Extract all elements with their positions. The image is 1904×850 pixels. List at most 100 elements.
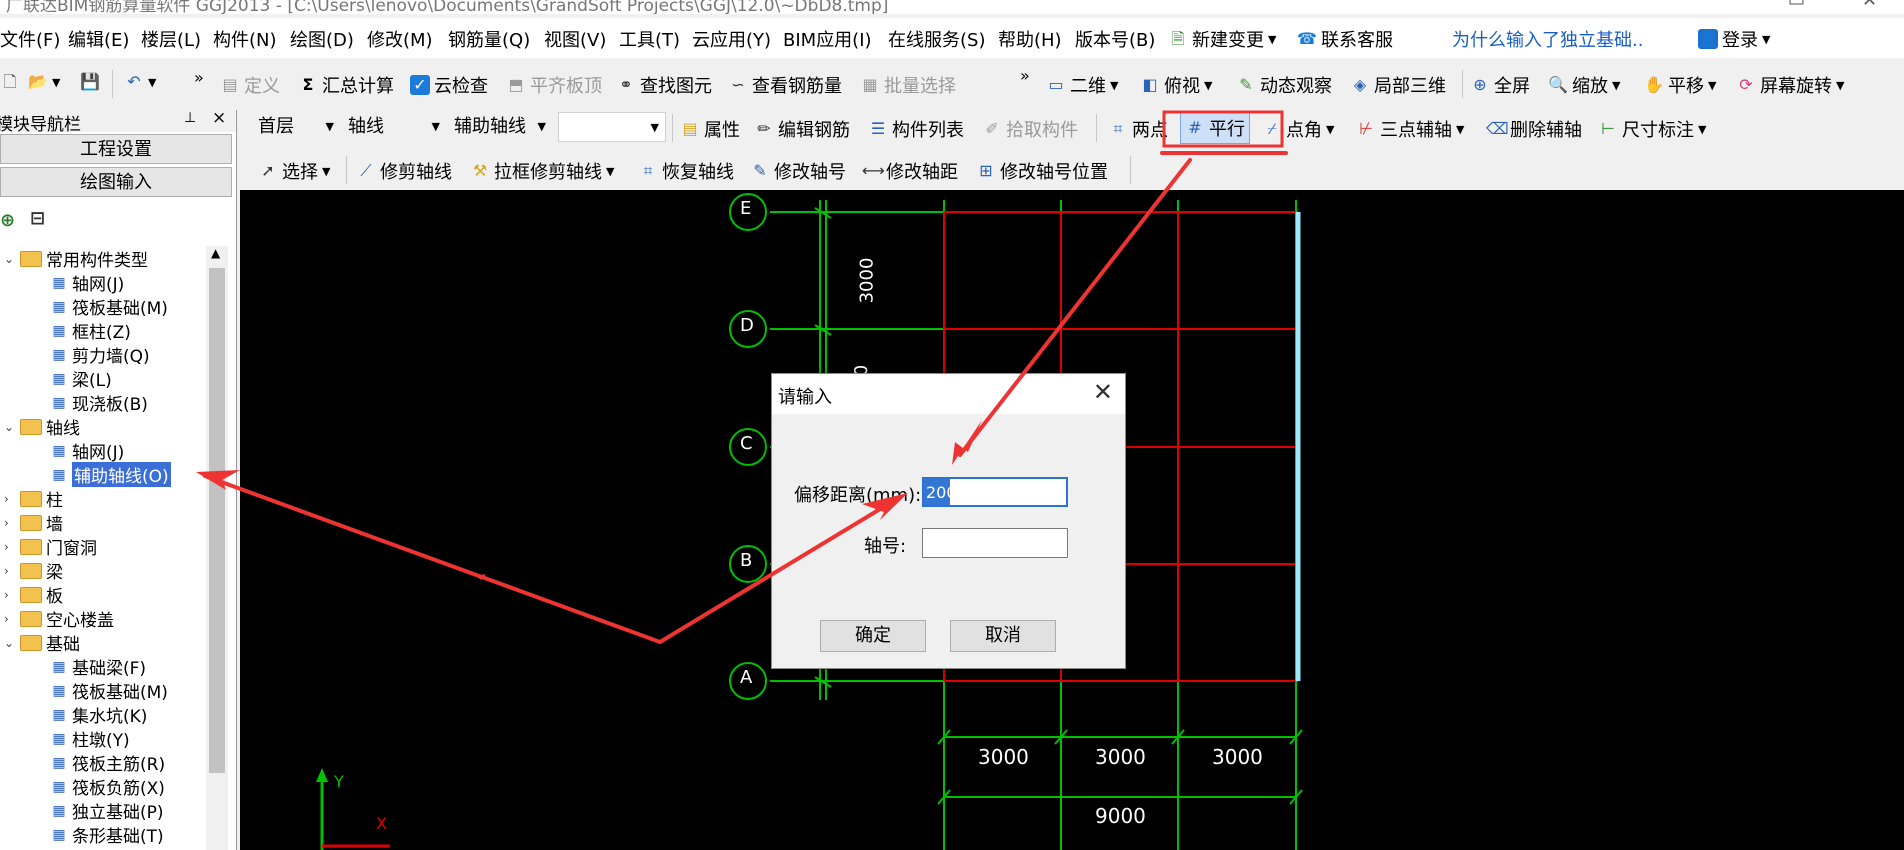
- tree-folder[interactable]: › 墙: [4, 510, 63, 535]
- local-3d-button[interactable]: ◈ 局部三维: [1350, 72, 1446, 98]
- parallel-button[interactable]: # 平行: [1180, 112, 1250, 144]
- rotate-screen-dropdown[interactable]: ⟳ 屏幕旋转 ▼: [1736, 72, 1844, 98]
- close-window-icon[interactable]: ✕: [1862, 0, 1877, 11]
- tree-item[interactable]: ▦ 轴网(J): [50, 270, 124, 296]
- menu-cloud[interactable]: 云应用(Y): [692, 26, 771, 52]
- trim-axis-button[interactable]: ⟋ 修剪轴线: [356, 158, 452, 184]
- tree-folder[interactable]: ⌄ 轴线: [4, 414, 80, 439]
- collapse-arrow-icon[interactable]: ⌄: [4, 252, 16, 266]
- expand-arrow-icon[interactable]: ›: [4, 540, 16, 554]
- category-select[interactable]: 轴线 ▼: [342, 112, 446, 142]
- expand-arrow-icon[interactable]: ›: [4, 588, 16, 602]
- define-button[interactable]: ▤ 定义: [220, 72, 280, 98]
- pan-dropdown[interactable]: ✋ 平移 ▼: [1644, 72, 1716, 98]
- pin-icon[interactable]: ⊥: [184, 110, 196, 126]
- project-settings-button[interactable]: 工程设置: [0, 134, 232, 164]
- question-link[interactable]: 为什么输入了独立基础..: [1452, 26, 1643, 52]
- pick-component-button[interactable]: ✐ 拾取构件: [982, 116, 1078, 142]
- undo-icon[interactable]: ↶ ▼: [124, 72, 156, 92]
- close-icon[interactable]: ✕: [1093, 378, 1113, 406]
- login-button[interactable]: 👤 登录 ▼: [1698, 26, 1770, 52]
- menu-modify[interactable]: 修改(M): [367, 26, 433, 52]
- modify-axis-pos-button[interactable]: ⊞ 修改轴号位置: [976, 158, 1108, 184]
- menu-draw[interactable]: 绘图(D): [290, 26, 354, 52]
- tree-folder[interactable]: › 空心楼盖: [4, 606, 114, 631]
- menu-bim[interactable]: BIM应用(I): [783, 26, 872, 52]
- cancel-button[interactable]: 取消: [950, 620, 1056, 652]
- expand-arrow-icon[interactable]: ›: [4, 492, 16, 506]
- nav-scrollbar[interactable]: ▲: [206, 246, 228, 850]
- menu-help[interactable]: 帮助(H): [998, 26, 1062, 52]
- open-folder-icon[interactable]: 📂 ▼: [28, 72, 60, 92]
- cloud-check-button[interactable]: ✓ 云检查: [410, 72, 488, 98]
- tree-item[interactable]: ▦ 辅助轴线(O): [50, 462, 171, 487]
- tree-item[interactable]: ▦ 轴网(J): [50, 438, 124, 464]
- ok-button[interactable]: 确定: [820, 620, 926, 652]
- zoom-dropdown[interactable]: 🔍 缩放 ▼: [1548, 72, 1620, 98]
- tree-item[interactable]: ▦ 筏板基础(M): [50, 294, 168, 320]
- menu-version[interactable]: 版本号(B): [1075, 26, 1155, 52]
- tree-item[interactable]: ▦ 现浇板(B): [50, 390, 148, 416]
- view-2d-dropdown[interactable]: ▭ 二维 ▼: [1046, 72, 1118, 98]
- full-screen-button[interactable]: ⊕ 全屏: [1470, 72, 1530, 98]
- view-rebar-button[interactable]: ∽ 查看钢筋量: [728, 72, 842, 98]
- menu-view[interactable]: 视图(V): [544, 26, 606, 52]
- summary-calc-button[interactable]: Σ 汇总计算: [298, 72, 394, 98]
- axis-number-input[interactable]: [922, 528, 1068, 558]
- edit-rebar-button[interactable]: ✏ 编辑钢筋: [754, 116, 850, 142]
- menu-file[interactable]: 文件(F): [0, 26, 60, 52]
- tree-folder[interactable]: ⌄ 常用构件类型: [4, 246, 148, 271]
- delete-aux-button[interactable]: ⌫ 删除辅轴: [1486, 116, 1582, 142]
- component-select[interactable]: 辅助轴线 ▼: [448, 112, 552, 142]
- tree-item[interactable]: ▦ 条形基础(T): [50, 822, 163, 848]
- new-file-icon[interactable]: 🗋: [0, 72, 20, 92]
- dimension-dropdown[interactable]: ⊢ 尺寸标注 ▼: [1598, 116, 1706, 142]
- batch-select-button[interactable]: ▦ 批量选择: [860, 72, 956, 98]
- dynamic-view-button[interactable]: ✎ 动态观察: [1236, 72, 1332, 98]
- save-icon[interactable]: 💾: [80, 72, 100, 92]
- tree-item[interactable]: ▦ 独立基础(P): [50, 798, 163, 824]
- new-change-button[interactable]: 🗎 新建变更 ▼: [1168, 26, 1277, 52]
- scrollbar-thumb[interactable]: [209, 268, 225, 773]
- find-element-button[interactable]: ⚭ 查找图元: [616, 72, 712, 98]
- properties-button[interactable]: ▤ 属性: [680, 116, 740, 142]
- menu-floor[interactable]: 楼层(L): [141, 26, 201, 52]
- expand-arrow-icon[interactable]: ›: [4, 516, 16, 530]
- floor-select[interactable]: 首层 ▼: [252, 112, 340, 142]
- close-icon[interactable]: ×: [212, 108, 226, 128]
- modify-axis-dist-button[interactable]: ⟷ 修改轴距: [862, 158, 958, 184]
- three-point-aux-dropdown[interactable]: ⊬ 三点辅轴 ▼: [1356, 116, 1464, 142]
- tree-item[interactable]: ▦ 基础梁(F): [50, 654, 146, 680]
- modify-axis-no-button[interactable]: ✎ 修改轴号: [750, 158, 846, 184]
- component-name-select[interactable]: ▼: [558, 112, 666, 142]
- contact-service-button[interactable]: ☎ 联系客服: [1297, 26, 1393, 52]
- tree-item[interactable]: ▦ 集水坑(K): [50, 702, 147, 728]
- tree-folder[interactable]: › 门窗洞: [4, 534, 97, 559]
- tree-folder[interactable]: ⌄ 基础: [4, 630, 80, 655]
- tree-item[interactable]: ▦ 筏板负筋(X): [50, 774, 165, 800]
- tree-folder[interactable]: › 梁: [4, 558, 63, 583]
- box-trim-axis-dropdown[interactable]: ⚒ 拉框修剪轴线 ▼: [470, 158, 615, 184]
- toolbar-overflow-icon[interactable]: »: [1020, 66, 1030, 85]
- tree-item[interactable]: ▦ 筏板主筋(R): [50, 750, 165, 776]
- two-point-button[interactable]: ⌗ 两点: [1108, 116, 1168, 142]
- tree-folder[interactable]: › 柱: [4, 486, 63, 511]
- select-dropdown[interactable]: ➚ 选择 ▼: [258, 158, 330, 184]
- flat-board-top-button[interactable]: ⬒ 平齐板顶: [506, 72, 602, 98]
- collapse-arrow-icon[interactable]: ⌄: [4, 420, 16, 434]
- collapse-arrow-icon[interactable]: ⌄: [4, 636, 16, 650]
- expand-arrow-icon[interactable]: ›: [4, 564, 16, 578]
- tree-item[interactable]: ▦ 梁(L): [50, 366, 111, 392]
- expand-arrow-icon[interactable]: ›: [4, 612, 16, 626]
- restore-axis-button[interactable]: ⌗ 恢复轴线: [638, 158, 734, 184]
- drawing-input-button[interactable]: 绘图输入: [0, 167, 232, 197]
- menu-tools[interactable]: 工具(T): [619, 26, 680, 52]
- tree-item[interactable]: ▦ 框柱(Z): [50, 318, 131, 344]
- scroll-up-icon[interactable]: ▲: [211, 246, 220, 260]
- menu-component[interactable]: 构件(N): [213, 26, 277, 52]
- tree-item[interactable]: ▦ 剪力墙(Q): [50, 342, 149, 368]
- toolbar-overflow-icon[interactable]: »: [194, 68, 204, 87]
- maximize-icon[interactable]: ▭: [1788, 0, 1805, 11]
- component-list-button[interactable]: ☰ 构件列表: [868, 116, 964, 142]
- point-angle-dropdown[interactable]: ⌿ 点角 ▼: [1262, 116, 1334, 142]
